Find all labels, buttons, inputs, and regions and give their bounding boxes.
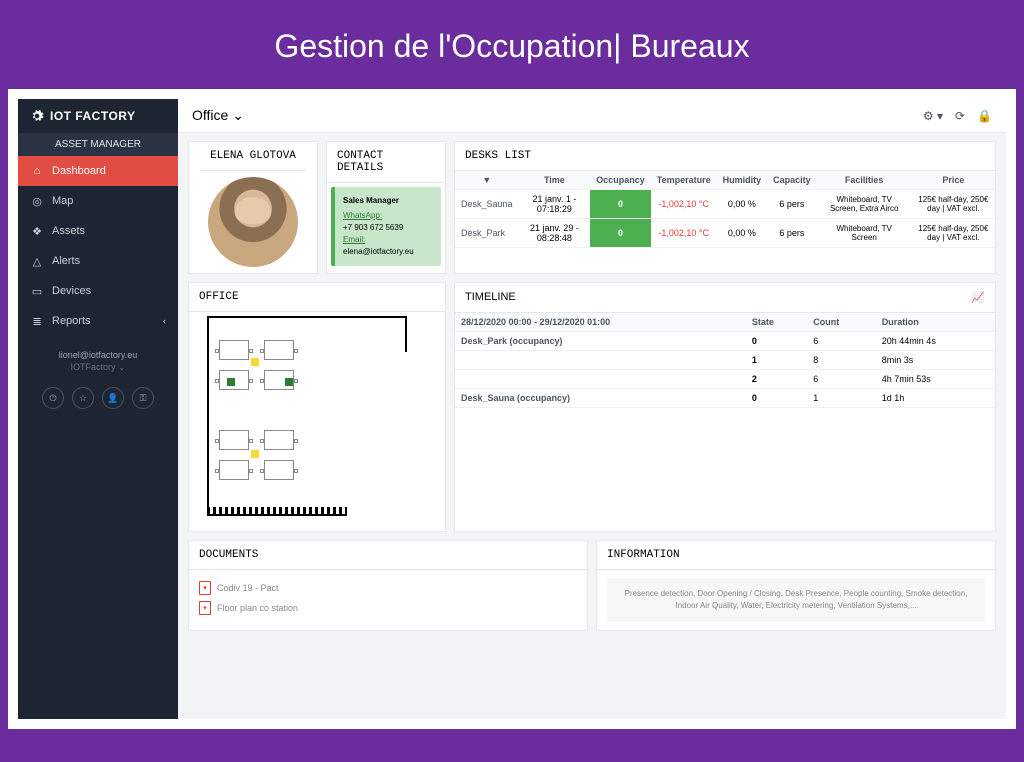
desks-title: DESKS LIST <box>455 142 995 171</box>
section-label: ASSET MANAGER <box>18 133 178 156</box>
user-icon[interactable]: 👤 <box>102 387 124 409</box>
col-duration[interactable]: Duration <box>876 313 995 332</box>
contact-email: elena@iotfactory.eu <box>343 247 414 256</box>
office-title: OFFICE <box>189 283 445 312</box>
sidebar: IOT FACTORY ASSET MANAGER ⌂ Dashboard ◎ … <box>18 99 178 719</box>
timeline-table: 28/12/2020 00:00 - 29/12/2020 01:00 Stat… <box>455 313 995 408</box>
marker-yellow[interactable] <box>251 450 259 458</box>
star-icon[interactable]: ☆ <box>72 387 94 409</box>
topbar: Office ⌄ ⚙ ▾ ⟳ 🔒 <box>178 99 1006 133</box>
contact-phone: +7 903 672 5639 <box>343 223 403 232</box>
col-facilities[interactable]: Facilities <box>817 171 912 190</box>
information-title: INFORMATION <box>597 541 995 570</box>
brand-logo: IOT FACTORY <box>18 99 178 133</box>
power-icon[interactable]: ⏻ <box>42 387 64 409</box>
user-email: lionel@iotfactory.eu <box>18 350 178 360</box>
office-card: OFFICE <box>188 282 446 532</box>
documents-title: DOCUMENTS <box>189 541 587 570</box>
table-row[interactable]: Desk_Park 21 janv. 29 - 08:28:48 0 -1,00… <box>455 219 995 248</box>
contact-title: CONTACT DETAILS <box>327 142 445 183</box>
pdf-icon <box>199 601 211 615</box>
nav-label: Devices <box>52 285 91 297</box>
bell-icon: △ <box>30 254 44 268</box>
whatsapp-link[interactable]: WhatsApp: <box>343 211 382 220</box>
home-icon: ⌂ <box>30 164 44 178</box>
information-text: Presence detection, Door Opening / Closi… <box>607 578 985 622</box>
nav-label: Dashboard <box>52 165 106 177</box>
col-state[interactable]: State <box>746 313 807 332</box>
table-row[interactable]: Desk_Sauna (occupancy)011d 1h <box>455 389 995 408</box>
nav-dashboard[interactable]: ⌂ Dashboard <box>18 156 178 186</box>
floorplan[interactable] <box>189 312 445 532</box>
pdf-icon <box>199 581 211 595</box>
timeline-card: TIMELINE 📈 28/12/2020 00:00 - 29/12/2020… <box>454 282 996 532</box>
table-row[interactable]: Desk_Sauna 21 janv. 1 - 07:18:29 0 -1,00… <box>455 190 995 219</box>
report-icon: ≣ <box>30 314 44 328</box>
chart-icon[interactable]: 📈 <box>971 291 985 304</box>
gear-icon[interactable]: ⚙ ▾ <box>923 109 943 123</box>
user-org[interactable]: IOTFactory ⌄ <box>18 362 178 373</box>
breadcrumb[interactable]: Office ⌄ <box>192 107 244 124</box>
nav-map[interactable]: ◎ Map <box>18 186 178 216</box>
col-occupancy[interactable]: Occupancy <box>590 171 651 190</box>
contact-card: CONTACT DETAILS Sales Manager WhatsApp: … <box>326 141 446 274</box>
nav-assets[interactable]: ❖ Assets <box>18 216 178 246</box>
nav-label: Reports <box>52 315 91 327</box>
contact-role: Sales Manager <box>343 195 433 207</box>
profile-title: ELENA GLOTOVA <box>200 142 306 171</box>
cubes-icon: ❖ <box>30 224 44 238</box>
key-icon[interactable]: ⚿ <box>132 387 154 409</box>
col-humidity[interactable]: Humidity <box>717 171 768 190</box>
refresh-icon[interactable]: ⟳ <box>955 109 965 123</box>
table-row[interactable]: Desk_Park (occupancy)0620h 44min 4s <box>455 332 995 351</box>
nav-label: Alerts <box>52 255 80 267</box>
information-card: INFORMATION Presence detection, Door Ope… <box>596 540 996 631</box>
col-price[interactable]: Price <box>912 171 995 190</box>
avatar <box>208 177 298 267</box>
profile-card: ELENA GLOTOVA <box>188 141 318 274</box>
table-row[interactable]: 188min 3s <box>455 351 995 370</box>
col-count[interactable]: Count <box>807 313 876 332</box>
contact-block: Sales Manager WhatsApp: +7 903 672 5639 … <box>331 187 441 266</box>
main: Office ⌄ ⚙ ▾ ⟳ 🔒 ELENA GLOTOVA CONTACT D… <box>178 99 1006 719</box>
col-capacity[interactable]: Capacity <box>767 171 817 190</box>
nav-label: Map <box>52 195 73 207</box>
document-item[interactable]: Codiv 19 - Pact <box>199 578 577 598</box>
nav-alerts[interactable]: △ Alerts <box>18 246 178 276</box>
documents-card: DOCUMENTS Codiv 19 - Pact Floor plan co … <box>188 540 588 631</box>
chevron-left-icon: ‹ <box>163 316 166 326</box>
nav-devices[interactable]: ▭ Devices <box>18 276 178 306</box>
desks-table: ▼ Time Occupancy Temperature Humidity Ca… <box>455 171 995 248</box>
sidebar-icon-row: ⏻ ☆ 👤 ⚿ <box>18 387 178 409</box>
lock-icon[interactable]: 🔒 <box>977 109 992 123</box>
nav-label: Assets <box>52 225 85 237</box>
nav-reports[interactable]: ≣ Reports ‹ <box>18 306 178 336</box>
col-temperature[interactable]: Temperature <box>651 171 717 190</box>
email-link[interactable]: Email: <box>343 235 365 244</box>
marker-green[interactable] <box>227 378 235 386</box>
marker-yellow[interactable] <box>251 358 259 366</box>
desks-card: DESKS LIST ▼ Time Occupancy Temperature … <box>454 141 996 274</box>
table-row[interactable]: 264h 7min 53s <box>455 370 995 389</box>
gear-icon <box>30 109 44 123</box>
timeline-range: 28/12/2020 00:00 - 29/12/2020 01:00 <box>455 313 746 332</box>
pin-icon: ◎ <box>30 194 44 208</box>
document-item[interactable]: Floor plan co station <box>199 598 577 618</box>
marker-green[interactable] <box>285 378 293 386</box>
slide-title: Gestion de l'Occupation| Bureaux <box>0 0 1024 89</box>
app-frame: IOT FACTORY ASSET MANAGER ⌂ Dashboard ◎ … <box>8 89 1016 729</box>
device-icon: ▭ <box>30 284 44 298</box>
timeline-title: TIMELINE 📈 <box>455 283 995 313</box>
col-filter[interactable]: ▼ <box>455 171 519 190</box>
col-time[interactable]: Time <box>519 171 591 190</box>
